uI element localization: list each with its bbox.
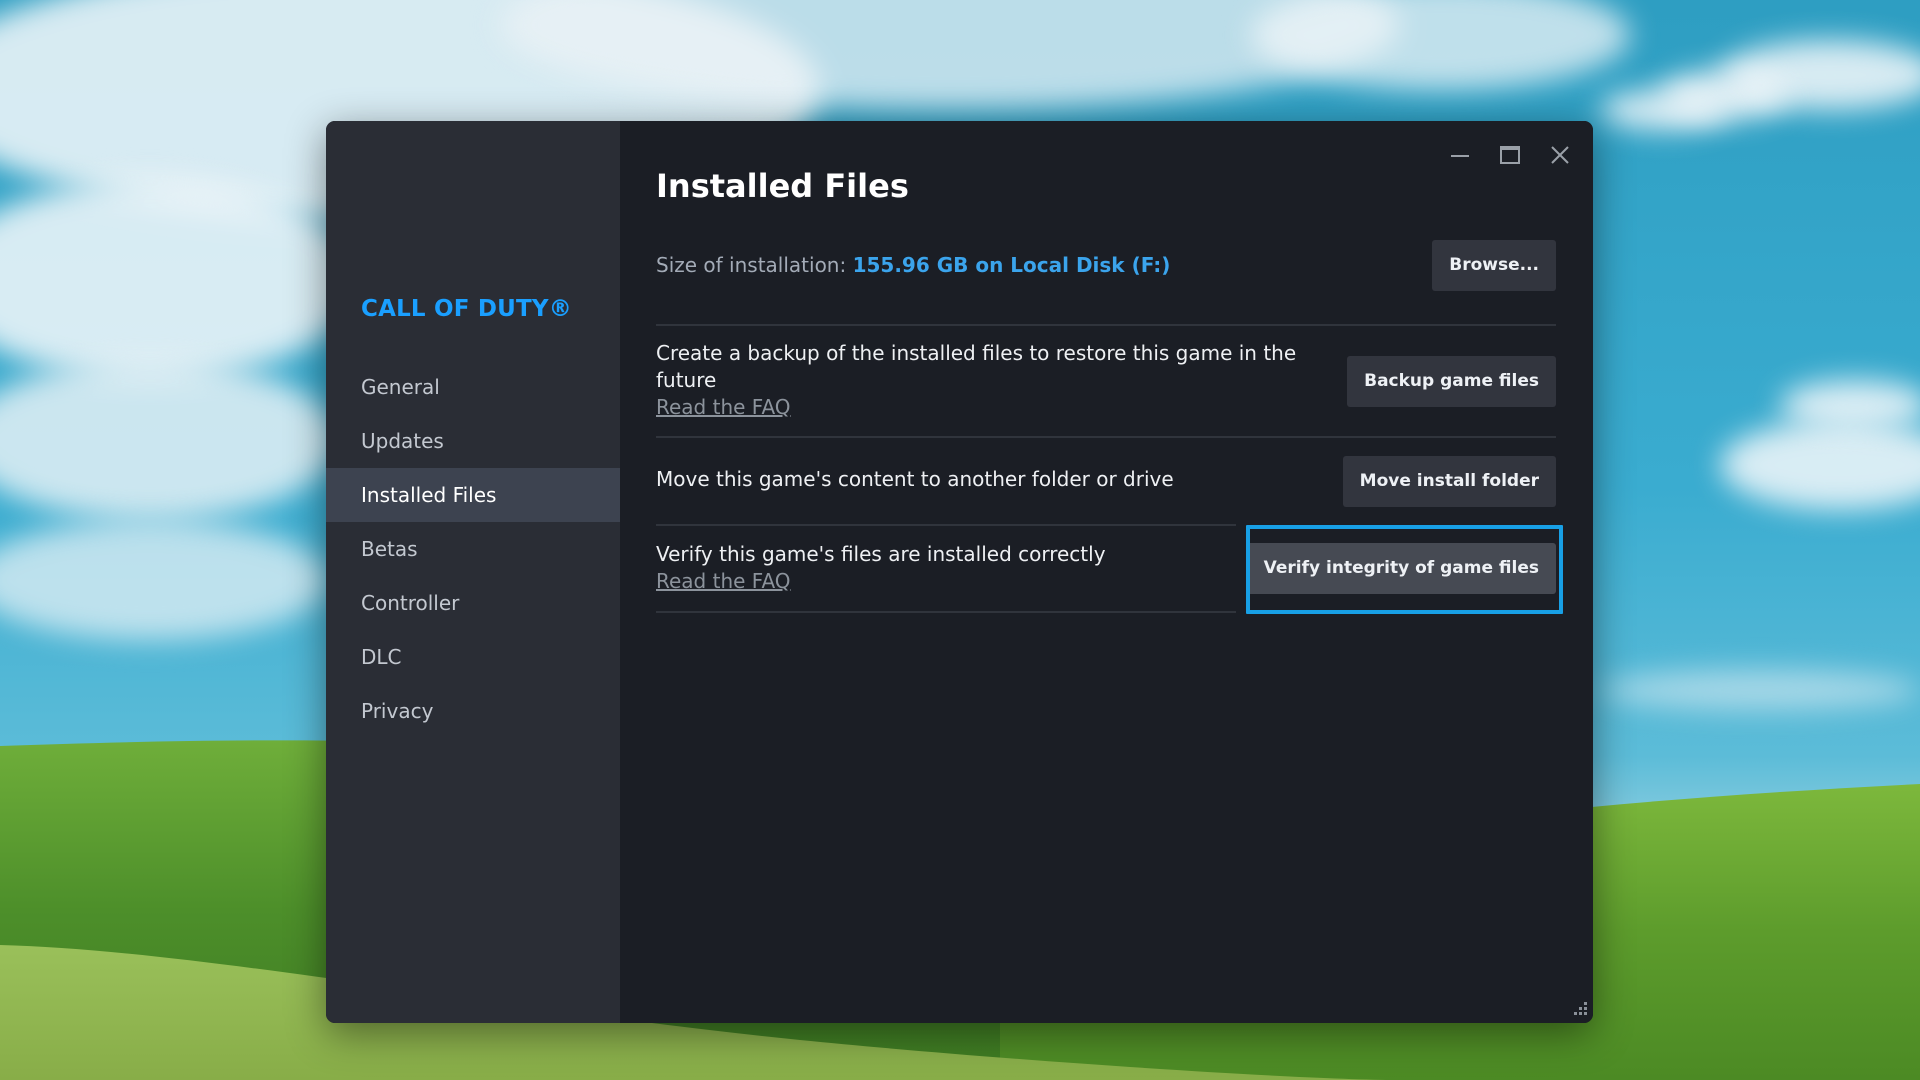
game-title: CALL OF DUTY® <box>361 296 572 322</box>
size-value-link[interactable]: 155.96 GB on Local Disk (F:) <box>853 253 1171 277</box>
verify-button-highlight <box>1246 525 1563 614</box>
window-controls <box>1435 133 1585 177</box>
verify-faq-link[interactable]: Read the FAQ <box>656 568 1106 595</box>
resize-grip-icon[interactable] <box>1571 1001 1589 1019</box>
installation-size-row: Size of installation: 155.96 GB on Local… <box>656 240 1556 291</box>
sidebar-item-general[interactable]: General <box>326 360 620 414</box>
divider <box>656 324 1556 326</box>
sidebar-item-installed-files[interactable]: Installed Files <box>326 468 620 522</box>
page-title: Installed Files <box>656 167 909 205</box>
verify-section: Verify this game's files are installed c… <box>656 541 1106 595</box>
close-icon <box>1551 146 1569 164</box>
backup-description: Create a backup of the installed files t… <box>656 341 1297 392</box>
divider <box>656 611 1236 613</box>
maximize-icon <box>1500 146 1520 164</box>
backup-game-files-button[interactable]: Backup game files <box>1347 356 1556 407</box>
sidebar-item-betas[interactable]: Betas <box>326 522 620 576</box>
divider <box>656 436 1556 438</box>
game-properties-window: CALL OF DUTY® General Updates Installed … <box>326 121 1593 1023</box>
maximize-button[interactable] <box>1485 133 1535 177</box>
move-install-folder-button[interactable]: Move install folder <box>1342 456 1556 507</box>
close-button[interactable] <box>1535 133 1585 177</box>
main-panel: Installed Files Size of installation: 15… <box>620 121 1593 1023</box>
sidebar-nav: General Updates Installed Files Betas Co… <box>326 360 620 738</box>
sidebar: CALL OF DUTY® General Updates Installed … <box>326 121 620 1023</box>
size-label: Size of installation: <box>656 253 847 277</box>
installation-size: Size of installation: 155.96 GB on Local… <box>656 240 1170 291</box>
sidebar-item-privacy[interactable]: Privacy <box>326 684 620 738</box>
minimize-icon <box>1451 155 1469 157</box>
sidebar-item-controller[interactable]: Controller <box>326 576 620 630</box>
move-section: Move this game's content to another fold… <box>656 466 1174 493</box>
minimize-button[interactable] <box>1435 133 1485 177</box>
move-description: Move this game's content to another fold… <box>656 467 1174 491</box>
verify-description: Verify this game's files are installed c… <box>656 542 1106 566</box>
sidebar-item-updates[interactable]: Updates <box>326 414 620 468</box>
sidebar-item-dlc[interactable]: DLC <box>326 630 620 684</box>
backup-faq-link[interactable]: Read the FAQ <box>656 394 1336 421</box>
browse-button[interactable]: Browse... <box>1432 240 1556 291</box>
divider <box>656 524 1236 526</box>
backup-section: Create a backup of the installed files t… <box>656 340 1336 421</box>
